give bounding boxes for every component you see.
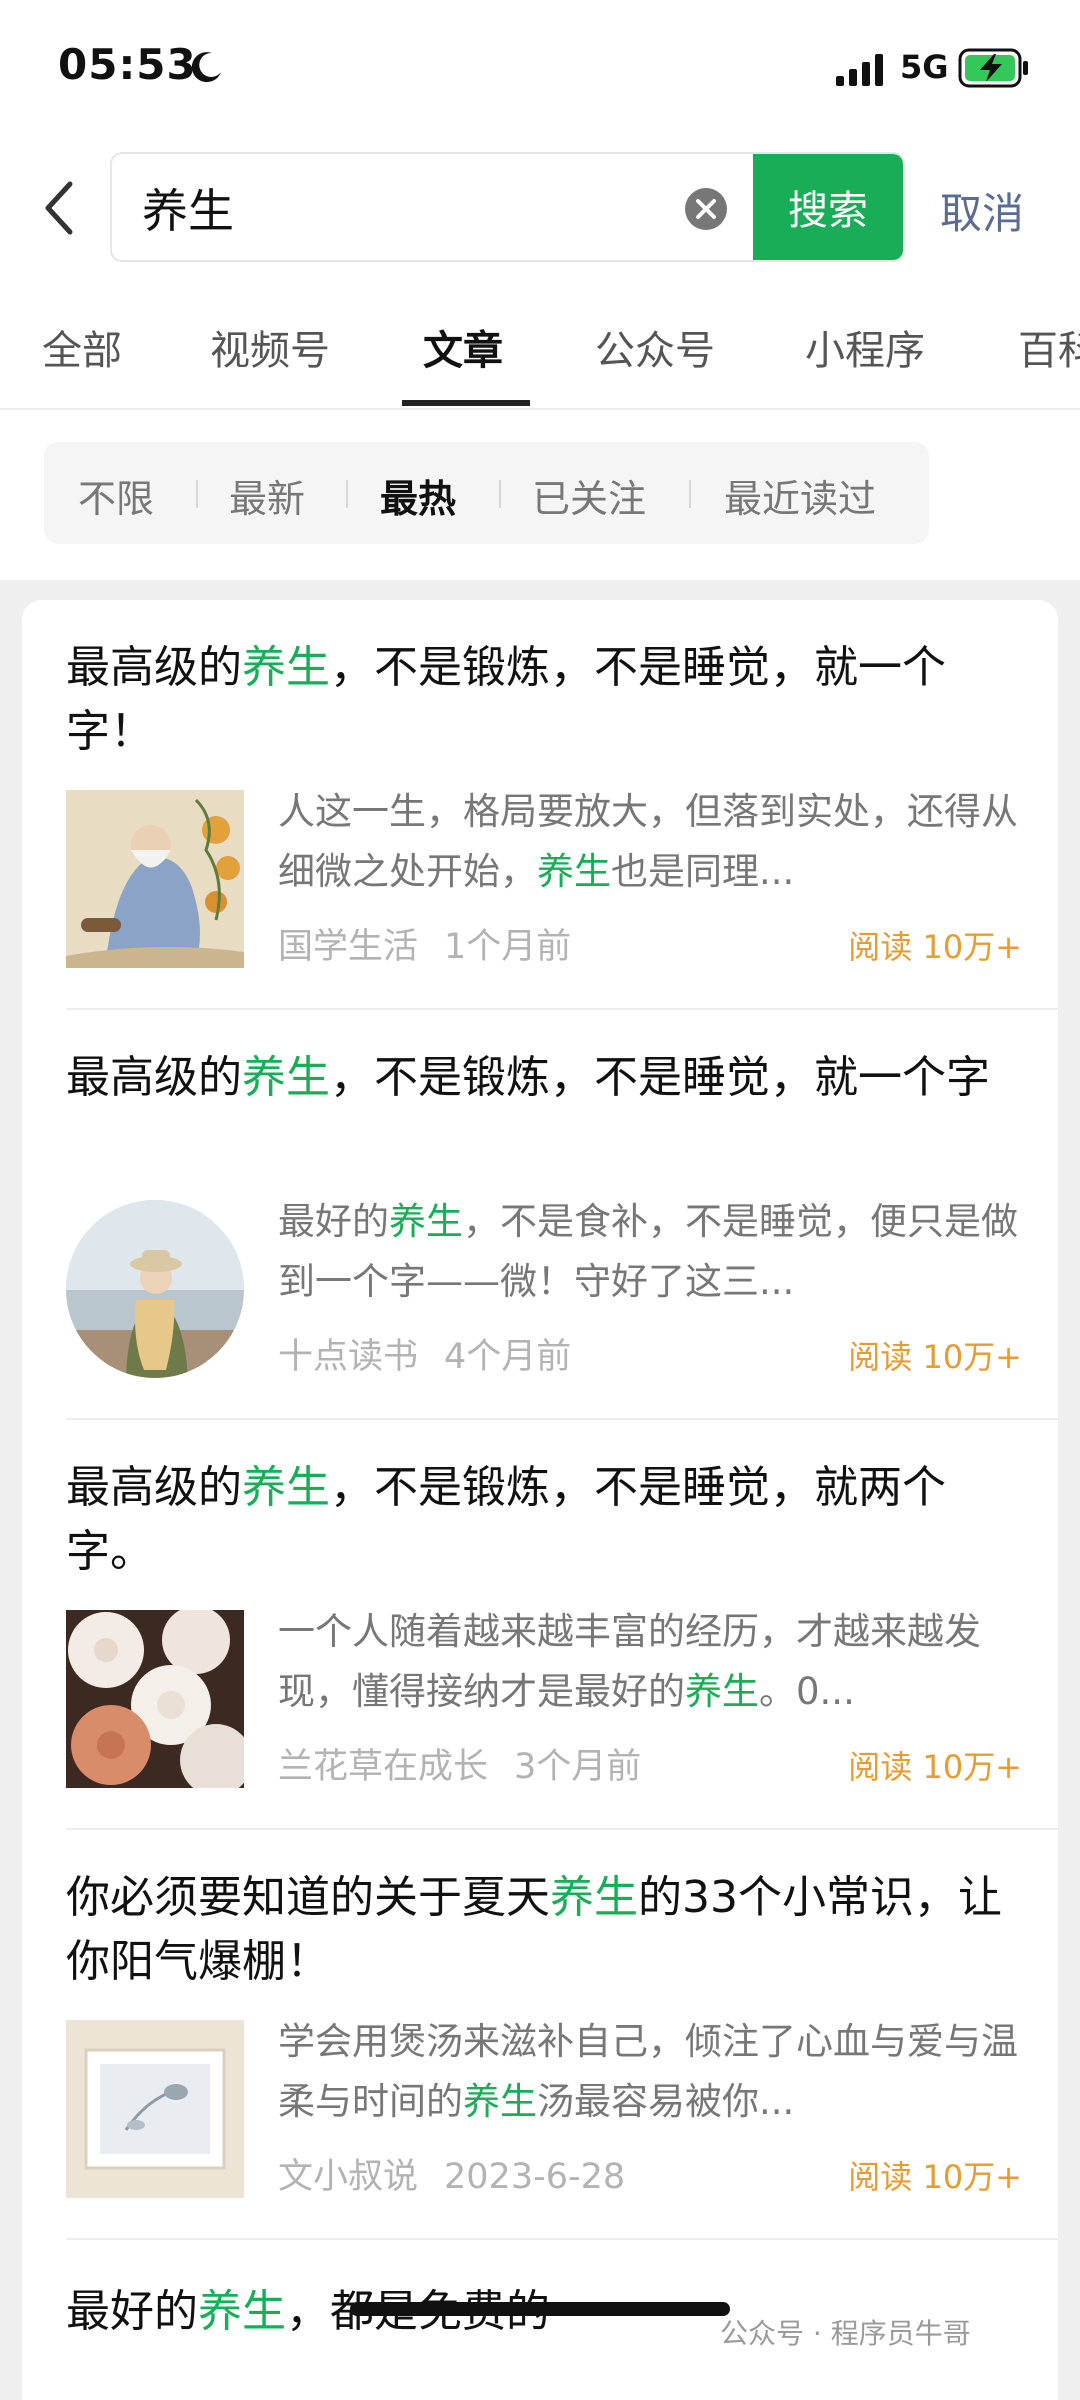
article-result[interactable]: 最高级的养生，不是锻炼，不是睡觉，就一个字！ 人这一生，格局要放大，但落到实处，…	[22, 600, 1058, 1010]
article-title: 最高级的养生，不是锻炼，不是睡觉，就一个字！	[66, 642, 946, 757]
article-title: 最高级的养生，不是锻炼，不是睡觉，就两个字。	[66, 1462, 946, 1577]
keyword-highlight: 养生	[242, 1462, 330, 1513]
keyword-highlight: 养生	[198, 2286, 286, 2337]
filter-divider	[499, 480, 501, 508]
watermark: 公众号 · 程序员牛哥	[720, 2317, 971, 2350]
search-input[interactable]	[142, 174, 682, 242]
article-thumbnail	[66, 1610, 244, 1788]
keyword-highlight: 养生	[537, 850, 611, 893]
search-box: 搜索	[110, 152, 905, 262]
filter-bar: 不限 最新 最热 已关注 最近读过	[44, 442, 929, 544]
article-snippet: 最好的养生，不是食补，不是睡觉，便只是做到一个字——微！守好了这三...	[278, 1200, 1018, 1303]
read-count: 阅读 10万+	[848, 1338, 1022, 1376]
battery-charging-icon	[958, 48, 1028, 88]
filter-divider	[196, 480, 198, 508]
tab-encyclopedia[interactable]: 百科	[1018, 318, 1080, 376]
article-source: 兰花草在成长 3个月前	[278, 1738, 641, 1789]
tab-official-accounts[interactable]: 公众号	[595, 318, 715, 376]
read-count: 阅读 10万+	[848, 2158, 1022, 2196]
filter-followed[interactable]: 已关注	[532, 468, 646, 523]
filter-divider	[689, 480, 691, 508]
results-list: 最高级的养生，不是锻炼，不是睡觉，就一个字！ 人这一生，格局要放大，但落到实处，…	[22, 600, 1058, 2400]
account-name: 十点读书	[278, 1337, 419, 1377]
home-indicator	[350, 2302, 730, 2316]
publish-date: 4个月前	[444, 1337, 572, 1377]
article-result[interactable]: 最高级的养生，不是锻炼，不是睡觉，就两个字。 一个人随着越来越丰富的经历，才越来…	[22, 1420, 1058, 1830]
keyword-highlight: 养生	[242, 642, 330, 693]
signal-icon	[836, 54, 883, 86]
publish-date: 3个月前	[514, 1747, 642, 1787]
article-result[interactable]: 你必须要知道的关于夏天养生的33个小常识，让你阳气爆棚！ 学会用煲汤来滋补自己，…	[22, 1830, 1058, 2240]
keyword-highlight: 养生	[242, 1052, 330, 1103]
clear-icon[interactable]	[684, 187, 728, 231]
article-source: 十点读书 4个月前	[278, 1328, 571, 1379]
article-title: 最高级的养生，不是锻炼，不是睡觉，就一个字	[66, 1052, 990, 1103]
account-name: 国学生活	[278, 927, 419, 967]
network-label: 5G	[900, 48, 949, 86]
active-tab-indicator	[402, 400, 530, 406]
search-button[interactable]: 搜索	[753, 154, 903, 260]
article-snippet: 人这一生，格局要放大，但落到实处，还得从细微之处开始，养生也是同理...	[278, 790, 1018, 893]
publish-date: 1个月前	[444, 927, 572, 967]
keyword-highlight: 养生	[463, 2080, 537, 2123]
filter-any[interactable]: 不限	[78, 468, 154, 523]
category-tabs: 全部 视频号 文章 公众号 小程序 百科	[0, 310, 1080, 410]
article-thumbnail	[66, 790, 244, 968]
account-name: 兰花草在成长	[278, 1747, 489, 1787]
read-count: 阅读 10万+	[848, 928, 1022, 966]
article-snippet: 学会用煲汤来滋补自己，倾注了心血与爱与温柔与时间的养生汤最容易被你...	[278, 2020, 1018, 2123]
filter-divider	[346, 480, 348, 508]
article-source: 国学生活 1个月前	[278, 918, 571, 969]
back-icon[interactable]	[40, 180, 80, 236]
article-source: 文小叔说 2023-6-28	[278, 2148, 625, 2199]
article-thumbnail	[66, 2020, 244, 2198]
article-thumbnail	[66, 1200, 244, 1378]
status-time: 05:53	[58, 40, 197, 89]
moon-icon	[191, 52, 221, 83]
article-result[interactable]: 最高级的养生，不是锻炼，不是睡觉，就一个字 最好的养生，不是食补，不是睡觉，便只…	[22, 1010, 1058, 1420]
article-title: 你必须要知道的关于夏天养生的33个小常识，让你阳气爆棚！	[66, 1872, 1002, 1987]
tab-mini-programs[interactable]: 小程序	[805, 318, 925, 376]
keyword-highlight: 养生	[550, 1872, 638, 1923]
publish-date: 2023-6-28	[444, 2157, 626, 2197]
account-name: 文小叔说	[278, 2157, 419, 2197]
cancel-button[interactable]: 取消	[940, 180, 1024, 241]
filter-recently-read[interactable]: 最近读过	[724, 468, 876, 523]
article-snippet: 一个人随着越来越丰富的经历，才越来越发现，懂得接纳才是最好的养生。0...	[278, 1610, 981, 1713]
tab-channels[interactable]: 视频号	[210, 318, 330, 376]
filter-latest[interactable]: 最新	[229, 468, 305, 523]
filter-hottest[interactable]: 最热	[380, 468, 456, 523]
status-bar: 05:53 5G	[0, 0, 1080, 130]
tab-all[interactable]: 全部	[42, 318, 122, 376]
tab-articles[interactable]: 文章	[423, 318, 503, 376]
keyword-highlight: 养生	[389, 1200, 463, 1243]
read-count: 阅读 10万+	[848, 1748, 1022, 1786]
keyword-highlight: 养生	[685, 1670, 759, 1713]
